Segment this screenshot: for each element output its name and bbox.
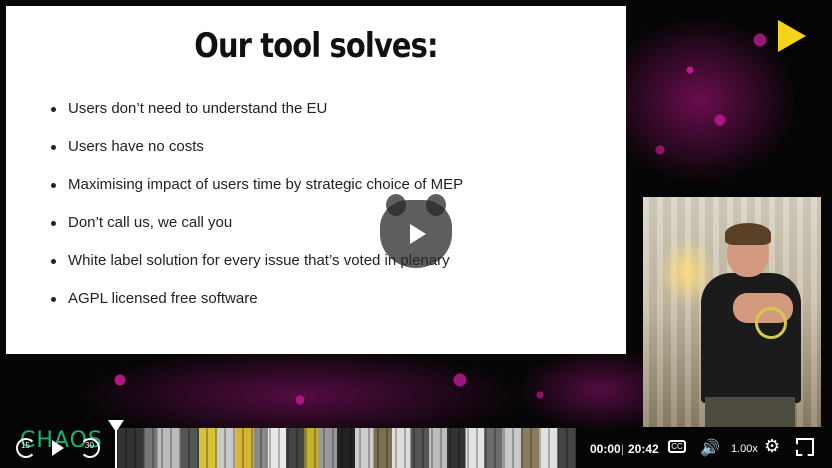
fullscreen-button[interactable] <box>796 438 814 456</box>
slide-bullet: Users have no costs <box>48 136 463 174</box>
speaker-webcam-video <box>643 197 821 427</box>
bullet-dot-icon <box>51 183 56 188</box>
time-separator: | <box>621 442 625 456</box>
slide-bullet: AGPL licensed free software <box>48 288 463 326</box>
bullet-dot-icon <box>51 107 56 112</box>
volume-icon: 🔊 <box>700 440 720 457</box>
player-controls-bar: CHAOS 15 30 00:00 | 20:42 CC 🔊 1.00x ⚙ <box>0 428 832 468</box>
slide-title: Our tool solves: <box>194 26 438 66</box>
playback-speed-button[interactable]: 1.00x <box>731 443 758 455</box>
forward-icon: 30 <box>85 441 94 450</box>
bullet-dot-icon <box>51 221 56 226</box>
big-play-button[interactable] <box>380 194 452 268</box>
video-player[interactable]: Our tool solves: Users don’t need to und… <box>0 0 832 468</box>
slide-bullet: Users don’t need to understand the EU <box>48 98 463 136</box>
bullet-dot-icon <box>51 145 56 150</box>
settings-button[interactable]: ⚙ <box>764 436 780 457</box>
presentation-slide: Our tool solves: Users don’t need to und… <box>6 6 626 354</box>
forward-button[interactable]: 30 <box>80 438 100 458</box>
conference-play-logo-icon <box>778 20 806 52</box>
volume-button[interactable]: 🔊 <box>700 438 720 458</box>
play-button[interactable] <box>52 440 64 456</box>
captions-button[interactable]: CC <box>668 440 686 453</box>
rewind-button[interactable]: 15 <box>16 438 36 458</box>
settings-icon: ⚙ <box>764 436 781 456</box>
bullet-dot-icon <box>51 297 56 302</box>
captions-icon: CC <box>671 442 683 451</box>
total-duration: 20:42 <box>628 442 659 456</box>
rewind-icon: 15 <box>21 441 30 450</box>
bullet-dot-icon <box>51 259 56 264</box>
big-play-icon <box>410 224 426 244</box>
current-time: 00:00 <box>590 442 621 456</box>
